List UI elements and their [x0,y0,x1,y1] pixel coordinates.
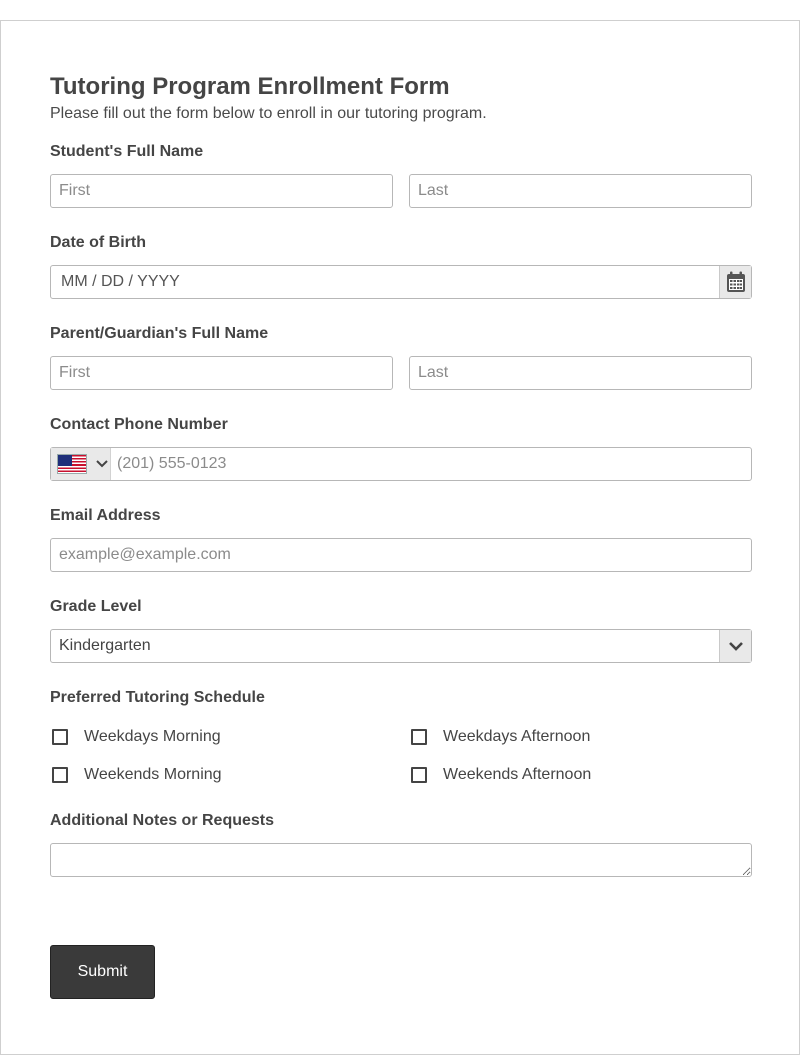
grade-select[interactable]: Kindergarten [50,629,752,663]
schedule-option-weekdays-morning[interactable]: Weekdays Morning [52,728,221,746]
notes-textarea[interactable] [50,843,752,877]
checkbox-label: Weekends Morning [84,766,222,783]
student-first-name-input[interactable] [50,174,393,208]
email-label: Email Address [50,507,161,524]
country-code-select[interactable] [51,448,111,480]
parent-name-label: Parent/Guardian's Full Name [50,325,269,342]
checkbox[interactable] [411,767,427,783]
parent-last-name-input[interactable] [409,356,752,390]
dob-field [50,265,752,299]
schedule-label: Preferred Tutoring Schedule [50,689,265,706]
schedule-option-weekends-morning[interactable]: Weekends Morning [52,766,222,784]
notes-label: Additional Notes or Requests [50,812,275,829]
schedule-option-weekends-afternoon[interactable]: Weekends Afternoon [411,766,591,784]
chevron-down-icon [96,460,108,468]
checkbox[interactable] [52,767,68,783]
phone-field [50,447,752,481]
schedule-option-weekdays-afternoon[interactable]: Weekdays Afternoon [411,728,590,746]
form-subtitle: Please fill out the form below to enroll… [50,105,487,122]
email-input[interactable] [50,538,752,572]
chevron-down-icon [728,642,743,651]
parent-first-name-input[interactable] [50,356,393,390]
calendar-icon [726,271,745,292]
calendar-button[interactable] [719,266,751,298]
form-title: Tutoring Program Enrollment Form [50,73,450,100]
checkbox[interactable] [52,729,68,745]
grade-label: Grade Level [50,598,142,615]
checkbox-label: Weekdays Morning [84,728,221,745]
us-flag-icon [57,454,87,474]
dob-label: Date of Birth [50,234,146,251]
dob-input[interactable] [51,266,719,298]
student-name-label: Student's Full Name [50,143,204,160]
grade-selected-value: Kindergarten [59,637,151,654]
checkbox[interactable] [411,729,427,745]
checkbox-label: Weekends Afternoon [443,766,592,783]
grade-dropdown-button[interactable] [719,630,751,662]
phone-input[interactable] [111,448,751,480]
phone-label: Contact Phone Number [50,416,228,433]
checkbox-label: Weekdays Afternoon [443,728,591,745]
submit-button[interactable]: Submit [50,945,155,999]
student-last-name-input[interactable] [409,174,752,208]
form-container: Tutoring Program Enrollment Form Please … [0,20,800,1055]
